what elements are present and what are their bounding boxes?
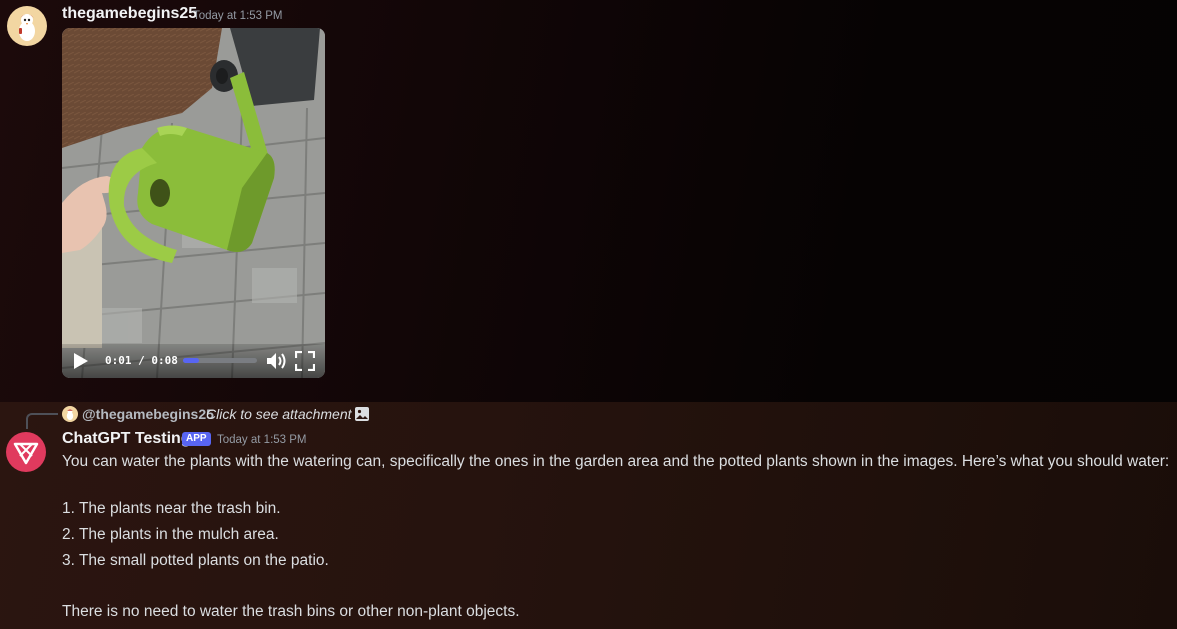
video-progress-fill xyxy=(183,358,200,363)
image-attachment-icon[interactable] xyxy=(354,406,370,422)
app-badge: APP xyxy=(182,432,211,446)
message-content: You can water the plants with the wateri… xyxy=(62,451,1172,623)
video-progress-bar[interactable] xyxy=(183,358,257,363)
message-bot: @thegamebegins25 Click to see attachment… xyxy=(0,402,1177,629)
list-item: 2. The plants in the mulch area. xyxy=(62,526,279,543)
openai-logo-icon xyxy=(13,442,39,465)
username[interactable]: thegamebegins25 xyxy=(62,5,197,23)
video-frame-image xyxy=(62,28,325,378)
reply-preview-text[interactable]: Click to see attachment xyxy=(206,406,352,422)
message-outro: There is no need to water the trash bins… xyxy=(62,603,520,620)
reply-connector xyxy=(26,413,58,429)
penguin-avatar-icon xyxy=(66,409,74,420)
video-attachment[interactable]: 0:01 / 0:08 xyxy=(62,28,325,378)
list-item: 3. The small potted plants on the patio. xyxy=(62,552,329,569)
volume-icon[interactable] xyxy=(266,351,288,371)
reply-avatar[interactable] xyxy=(62,406,78,422)
timestamp: Today at 1:53 PM xyxy=(193,10,283,22)
list-item: 1. The plants near the trash bin. xyxy=(62,500,281,517)
play-icon[interactable] xyxy=(72,352,90,370)
timestamp: Today at 1:53 PM xyxy=(217,434,307,446)
user-avatar[interactable] xyxy=(7,6,47,46)
bot-avatar[interactable] xyxy=(6,432,46,472)
reply-mention[interactable]: @thegamebegins25 xyxy=(82,406,214,422)
message-intro: You can water the plants with the wateri… xyxy=(62,453,1170,470)
fullscreen-icon[interactable] xyxy=(295,351,315,371)
video-controls: 0:01 / 0:08 xyxy=(62,344,325,378)
video-time: 0:01 / 0:08 xyxy=(105,354,178,367)
bot-username[interactable]: ChatGPT Testing xyxy=(62,430,191,448)
penguin-avatar-icon xyxy=(19,14,35,41)
message-user: thegamebegins25 Today at 1:53 PM 0:01 / … xyxy=(0,0,1177,402)
